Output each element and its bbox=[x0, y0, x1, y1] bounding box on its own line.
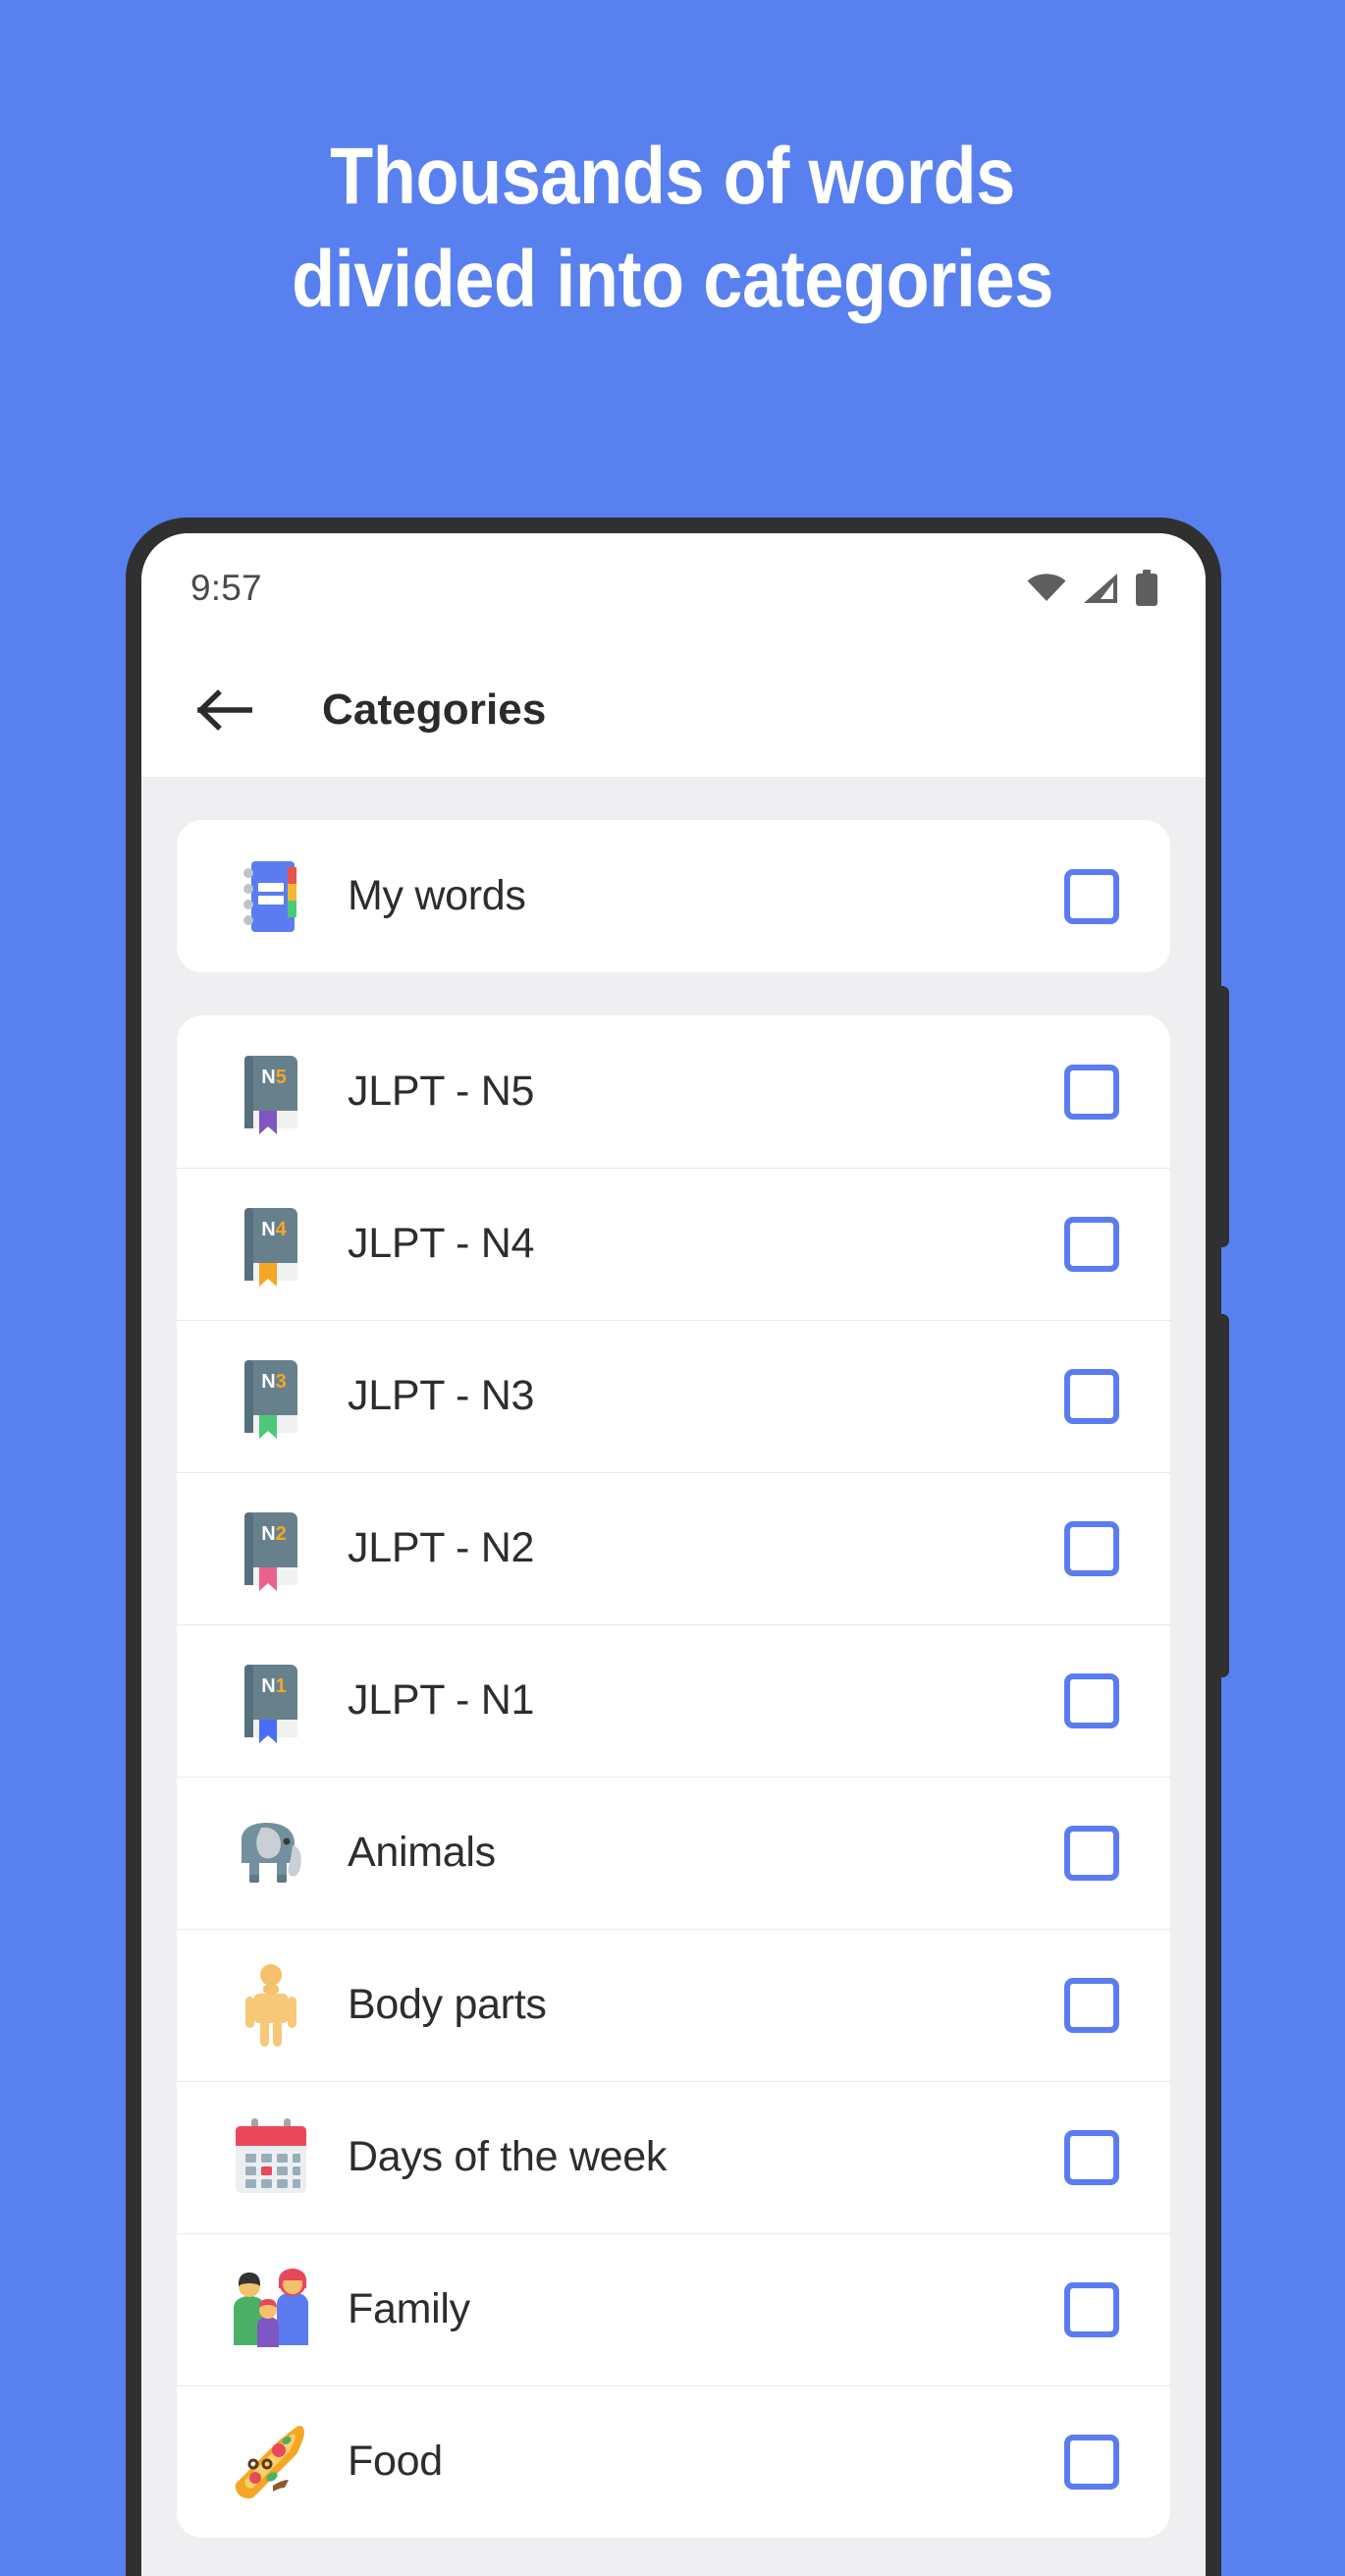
list-item-label: JLPT - N1 bbox=[348, 1676, 535, 1724]
list-item[interactable]: N3 JLPT - N3 bbox=[177, 1320, 1170, 1472]
list-item[interactable]: N1 JLPT - N1 bbox=[177, 1624, 1170, 1777]
svg-text:N2: N2 bbox=[261, 1523, 287, 1545]
svg-text:N1: N1 bbox=[261, 1675, 287, 1697]
list-item-label: JLPT - N5 bbox=[348, 1068, 535, 1115]
promo-headline-line-1: Thousands of words bbox=[330, 132, 1015, 221]
volume-button[interactable] bbox=[1213, 986, 1229, 1247]
page-title: Categories bbox=[322, 685, 547, 734]
list-item-label: My words bbox=[348, 872, 526, 919]
list-item[interactable]: Body parts bbox=[177, 1929, 1170, 2081]
list-item[interactable]: N4 JLPT - N4 bbox=[177, 1168, 1170, 1320]
book-n4-icon: N4 bbox=[226, 1199, 316, 1289]
list-item[interactable]: N5 JLPT - N5 bbox=[177, 1015, 1170, 1168]
book-n1-icon: N1 bbox=[226, 1656, 316, 1746]
wifi-icon bbox=[1027, 574, 1066, 603]
phone-screen: 9:57 Categories My words N5 JLPT - N5 N4… bbox=[141, 533, 1206, 2576]
list-item-checkbox[interactable] bbox=[1064, 1368, 1119, 1424]
calendar-icon bbox=[226, 2112, 316, 2203]
list-item-checkbox[interactable] bbox=[1064, 2281, 1119, 2337]
list-item[interactable]: Animals bbox=[177, 1777, 1170, 1929]
list-item-label: Family bbox=[348, 2285, 470, 2332]
cellular-signal-icon bbox=[1083, 573, 1118, 604]
elephant-icon bbox=[226, 1808, 316, 1898]
list-item[interactable]: N2 JLPT - N2 bbox=[177, 1472, 1170, 1624]
list-item-label: JLPT - N4 bbox=[348, 1220, 535, 1267]
svg-text:N3: N3 bbox=[261, 1371, 287, 1393]
phone-frame: 9:57 Categories My words N5 JLPT - N5 N4… bbox=[126, 518, 1229, 2576]
list-item[interactable]: My words bbox=[177, 820, 1170, 972]
list-item-checkbox[interactable] bbox=[1064, 1825, 1119, 1881]
svg-text:N5: N5 bbox=[261, 1067, 287, 1088]
list-item-label: JLPT - N3 bbox=[348, 1372, 535, 1419]
list-item-checkbox[interactable] bbox=[1064, 1520, 1119, 1576]
categories-list: My words N5 JLPT - N5 N4 JLPT - N4 N3 JL… bbox=[141, 777, 1206, 2576]
pizza-icon bbox=[226, 2417, 316, 2507]
promo-headline-line-2: divided into categories bbox=[292, 234, 1053, 324]
list-item-label: Body parts bbox=[348, 1981, 547, 2028]
battery-icon bbox=[1135, 570, 1158, 607]
app-bar: Categories bbox=[141, 643, 1206, 777]
book-n5-icon: N5 bbox=[226, 1047, 316, 1137]
power-button[interactable] bbox=[1213, 1314, 1229, 1677]
list-item[interactable]: Family bbox=[177, 2233, 1170, 2385]
list-item-checkbox[interactable] bbox=[1064, 2129, 1119, 2185]
list-item-label: Animals bbox=[348, 1829, 496, 1876]
list-item-label: Days of the week bbox=[348, 2133, 668, 2180]
back-button[interactable] bbox=[183, 668, 267, 752]
list-item[interactable]: Food bbox=[177, 2385, 1170, 2538]
list-item-label: Food bbox=[348, 2438, 443, 2485]
category-card-personal: My words bbox=[177, 820, 1170, 972]
promo-headline: Thousands of words divided into categori… bbox=[81, 126, 1264, 332]
notebook-icon bbox=[226, 851, 316, 942]
list-item-checkbox[interactable] bbox=[1064, 1064, 1119, 1120]
list-item-checkbox[interactable] bbox=[1064, 1216, 1119, 1272]
arrow-left-icon bbox=[197, 688, 252, 732]
person-standing-icon bbox=[226, 1960, 316, 2051]
status-bar: 9:57 bbox=[141, 533, 1206, 643]
list-item-checkbox[interactable] bbox=[1064, 1977, 1119, 2033]
list-item-checkbox[interactable] bbox=[1064, 868, 1119, 924]
book-n3-icon: N3 bbox=[226, 1351, 316, 1442]
svg-text:N4: N4 bbox=[261, 1219, 287, 1240]
status-bar-time: 9:57 bbox=[190, 568, 262, 608]
list-item-label: JLPT - N2 bbox=[348, 1524, 535, 1571]
family-icon bbox=[226, 2265, 316, 2355]
list-item[interactable]: Days of the week bbox=[177, 2081, 1170, 2233]
book-n2-icon: N2 bbox=[226, 1504, 316, 1594]
list-item-checkbox[interactable] bbox=[1064, 2434, 1119, 2490]
status-bar-icons bbox=[1027, 570, 1158, 607]
category-card-categories: N5 JLPT - N5 N4 JLPT - N4 N3 JLPT - N3 N… bbox=[177, 1015, 1170, 2538]
list-item-checkbox[interactable] bbox=[1064, 1672, 1119, 1728]
